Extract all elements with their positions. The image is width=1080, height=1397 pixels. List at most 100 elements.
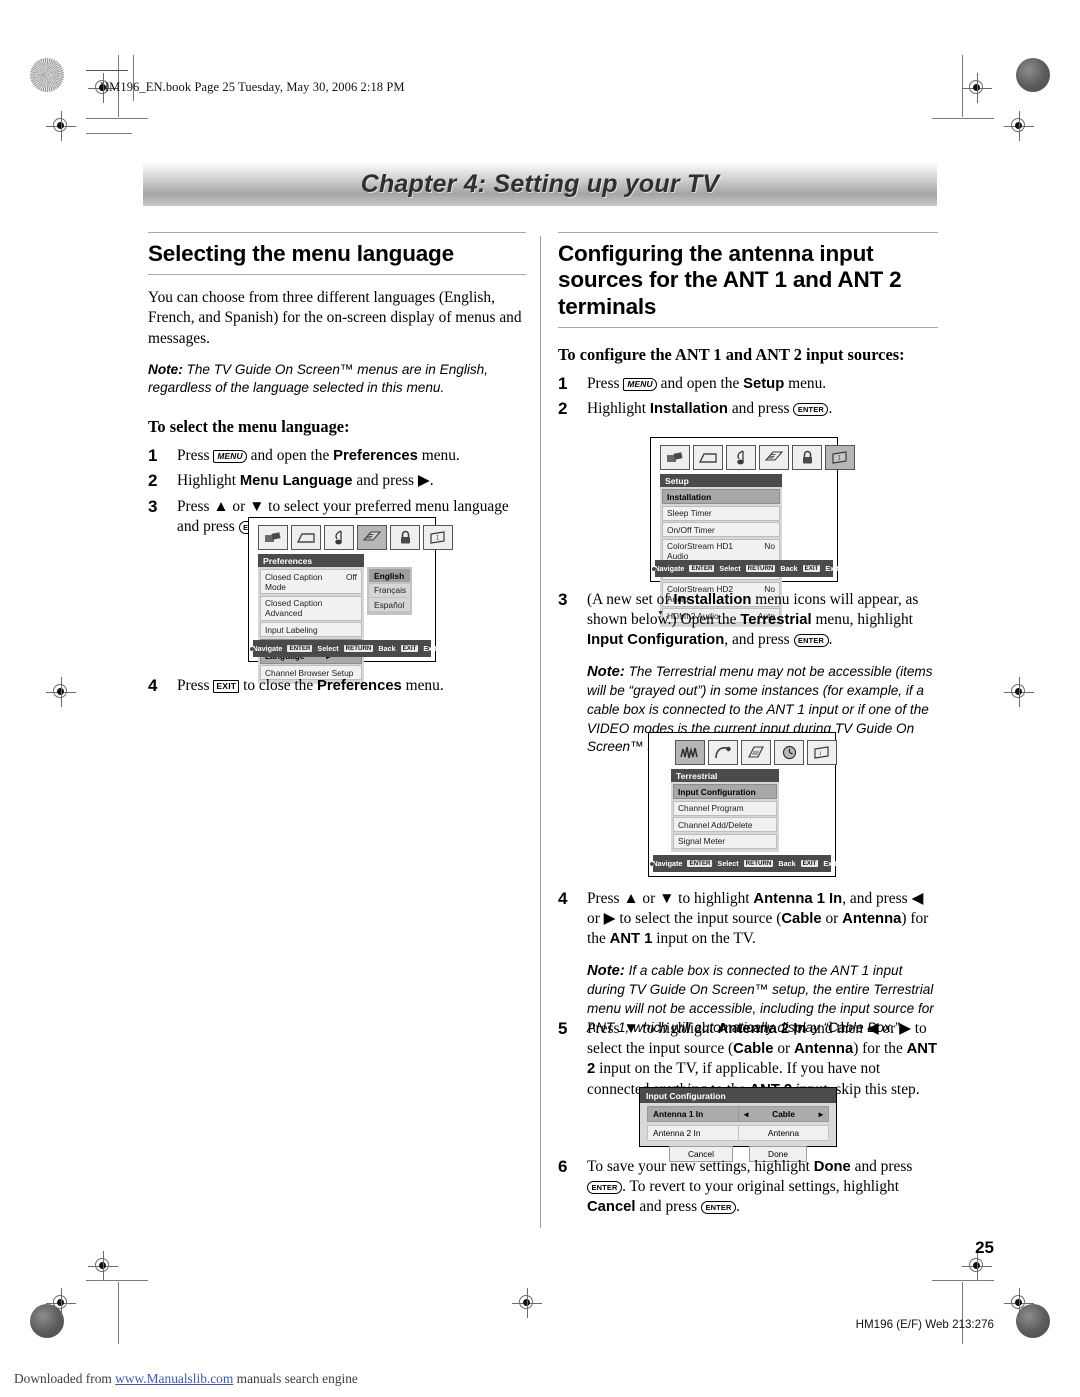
footer-label-navigate: Navigate [652, 859, 683, 868]
footer-label-exit: Exit [423, 644, 437, 653]
lock-icon [390, 525, 420, 550]
registration-mark-mid-left [46, 111, 76, 141]
step-number: 2 [558, 399, 568, 419]
return-key-icon: RETURN [745, 565, 776, 572]
left-step-4-wrap: 4 Press EXIT to close the Preferences me… [148, 667, 526, 696]
osd-item-closed-caption-advanced[interactable]: Closed Caption Advanced [260, 595, 362, 621]
footer-label-back: Back [780, 564, 798, 573]
osd-input-configuration-dialog: Input Configuration Antenna 1 In ◂ Cable… [639, 1087, 837, 1162]
signal-icon [675, 740, 705, 765]
row-label: Antenna 2 In [647, 1125, 739, 1141]
step-text: or [821, 910, 843, 928]
input-config-row-antenna-2[interactable]: Antenna 2 In Antenna [647, 1125, 829, 1141]
step-bold: Preferences [333, 448, 418, 465]
osd-item-closed-caption-mode[interactable]: Closed Caption Mode Off [260, 569, 362, 594]
footer-label-select: Select [317, 644, 339, 653]
step-number: 4 [148, 676, 158, 695]
step-text: ) for the [853, 1040, 907, 1058]
osd-item-label: ColorStream HD1 Audio [667, 541, 734, 561]
step-number: 3 [558, 590, 568, 609]
footer-label-exit: Exit [825, 564, 839, 573]
step-text: to close the [239, 677, 318, 694]
clock-icon [774, 740, 804, 765]
osd-item-channel-program[interactable]: Channel Program [673, 800, 777, 816]
osd-language-option-english[interactable]: English [369, 569, 410, 582]
osd-item-label: Input Labeling [265, 624, 318, 635]
menu-key-icon: MENU [213, 450, 247, 464]
exit-key-icon: EXIT [400, 645, 419, 652]
video-icon [258, 525, 288, 550]
setup-icon: 1 [423, 525, 453, 550]
osd-preferences-screenshot: 1 Preferences Closed Caption Mode Off Cl… [248, 517, 453, 684]
left-arrow-icon[interactable]: ◂ [744, 1109, 748, 1119]
right-subheading: To configure the ANT 1 and ANT 2 input s… [558, 344, 905, 364]
footer-label-select: Select [717, 859, 739, 868]
preferences-icon [759, 445, 789, 470]
right-step-2: 2 Highlight Installation and press ENTER… [558, 399, 938, 419]
audio-icon [324, 525, 354, 550]
step-number: 5 [558, 1019, 568, 1038]
osd-item-sleep-timer[interactable]: Sleep Timer [662, 505, 780, 521]
enter-key-icon: ENTER [793, 634, 829, 648]
step-bold: Input Configuration [587, 632, 725, 649]
satellite-icon [708, 740, 738, 765]
registration-mark-midlow-right [1004, 677, 1034, 707]
step-text: Press [177, 447, 214, 465]
osd-item-input-configuration[interactable]: Input Configuration [673, 784, 777, 799]
step-text: and press [635, 1198, 701, 1216]
video-icon [660, 445, 690, 470]
input-config-row-antenna-1[interactable]: Antenna 1 In ◂ Cable ▸ [647, 1106, 829, 1122]
step-text: To save your new settings, highlight [587, 1158, 814, 1175]
osd-preferences-title: Preferences [258, 554, 364, 568]
osd-item-value: No [764, 541, 775, 551]
osd-item-signal-meter[interactable]: Signal Meter [673, 833, 777, 849]
enter-key-icon: ENTER [287, 645, 313, 652]
manualslib-link[interactable]: www.Manualslib.com [115, 1371, 233, 1386]
step-text: Highlight [587, 400, 650, 418]
osd-language-option-francais[interactable]: Français [369, 583, 410, 597]
row-value: Cable [772, 1109, 795, 1119]
step-text: . [736, 1198, 740, 1216]
enter-key-icon: ENTER [587, 1181, 623, 1195]
osd-item-value: Off [345, 571, 357, 582]
osd-item-channel-add-delete[interactable]: Channel Add/Delete [673, 817, 777, 832]
right-step-6-wrap: 6 To save your new settings, highlight D… [558, 1148, 938, 1217]
osd-language-option-espanol[interactable]: Español [369, 598, 410, 611]
osd-terrestrial-icon-row: i [675, 740, 837, 765]
left-note-label: Note: [148, 361, 183, 377]
exit-key-icon: EXIT [800, 860, 819, 867]
osd-language-submenu: English Français Español [367, 567, 412, 615]
step-bold: Antenna [842, 911, 902, 928]
registration-mark-mid-right [1004, 111, 1034, 141]
left-step-4: 4 Press EXIT to close the Preferences me… [148, 676, 526, 696]
footer-label-select: Select [719, 564, 741, 573]
download-suffix: manuals search engine [233, 1371, 358, 1386]
right-step-3-wrap: 3 (A new set of Installation menu icons … [558, 581, 938, 757]
osd-item-label: Channel Program [678, 803, 744, 813]
step-number: 1 [148, 446, 158, 466]
osd-item-on-off-timer[interactable]: On/Off Timer [662, 522, 780, 537]
osd-item-installation[interactable]: Installation [662, 489, 780, 504]
footer-label-back: Back [778, 859, 796, 868]
step-text: . [828, 400, 833, 418]
exit-key-icon: EXIT [213, 680, 240, 693]
osd-item-input-labeling[interactable]: Input Labeling [260, 622, 362, 637]
step-text: input on the TV. [652, 930, 756, 948]
osd-terrestrial-footer: Navigate ENTER Select RETURN Back EXIT E… [650, 855, 837, 872]
footer-label-navigate: Navigate [654, 564, 685, 573]
right-arrow-icon[interactable]: ▸ [819, 1109, 823, 1119]
input-config-title: Input Configuration [640, 1088, 836, 1103]
footer-label-navigate: Navigate [252, 644, 283, 653]
osd-item-label: Installation [667, 491, 712, 502]
left-subheading: To select the menu language: [148, 417, 350, 437]
note-label: Note: [587, 962, 625, 979]
enter-key-icon: ENTER [793, 403, 829, 417]
download-notice: Downloaded from www.Manualslib.com manua… [0, 1371, 1080, 1387]
step-bold: Preferences [317, 678, 402, 694]
left-section-heading: Selecting the menu language [148, 232, 526, 276]
step-bold: Installation [649, 401, 728, 418]
enter-key-icon: ENTER [687, 860, 713, 867]
step-text: . [828, 631, 833, 649]
step-bold: ANT 1 [609, 931, 653, 948]
osd-item-label: Signal Meter [678, 836, 726, 846]
